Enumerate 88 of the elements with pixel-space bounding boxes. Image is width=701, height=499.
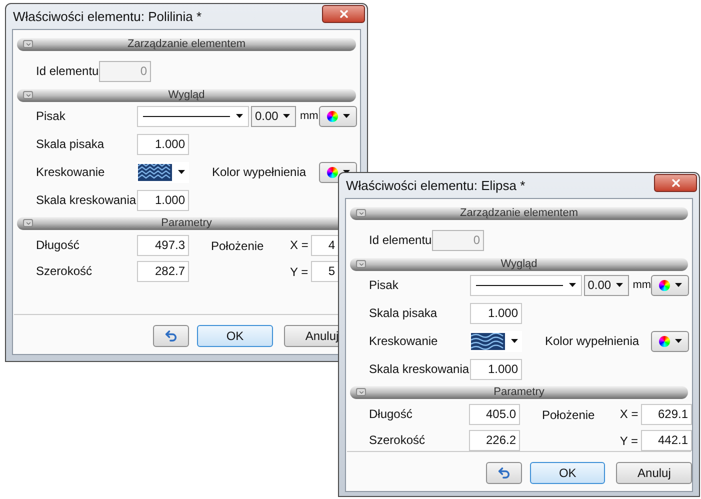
section-header[interactable]: Wygląd <box>350 258 688 271</box>
window-title: Właściwości elementu: Elipsa * <box>345 176 526 195</box>
caret-icon <box>236 114 243 118</box>
input-field[interactable]: 1.000 <box>470 302 522 324</box>
section-title: Wygląd <box>500 259 538 270</box>
unit-label: mm <box>632 278 652 293</box>
caret-icon <box>674 339 682 343</box>
caret-icon <box>674 283 682 287</box>
caret-icon <box>616 283 624 287</box>
field-label: Skala pisaka <box>36 136 106 153</box>
close-icon <box>670 177 682 189</box>
field-label: Kreskowanie <box>36 164 106 181</box>
cancel-button[interactable]: Anuluj <box>616 462 692 484</box>
undo-button[interactable] <box>153 325 189 347</box>
collapse-icon[interactable] <box>356 388 366 396</box>
field-label: Y = <box>290 265 308 279</box>
collapse-icon[interactable] <box>23 40 33 48</box>
pen-width-dropdown[interactable]: 0.00 <box>584 274 629 296</box>
input-field[interactable]: 4 <box>311 234 339 256</box>
caret-icon <box>342 114 350 118</box>
color-picker-button[interactable] <box>651 330 689 352</box>
input-field[interactable]: 405.0 <box>468 404 520 424</box>
field-label: Pisak <box>36 108 66 125</box>
field-label: Położenie <box>211 239 264 253</box>
ok-button[interactable]: OK <box>197 325 273 347</box>
field-label: Szerokość <box>369 432 426 449</box>
undo-button[interactable] <box>486 462 522 484</box>
field-label: Id elementu <box>36 63 99 80</box>
pen-width-dropdown[interactable]: 0.00 <box>251 106 296 126</box>
field-label: Y = <box>620 434 638 448</box>
color-wheel-icon <box>658 280 670 290</box>
line-style-dropdown[interactable] <box>470 274 582 296</box>
field-label: Skala kreskowania <box>369 361 470 378</box>
section-header[interactable]: Zarządzanie elementem <box>350 207 688 220</box>
field-label: Skala pisaka <box>369 305 438 322</box>
line-style-dropdown[interactable] <box>137 106 249 126</box>
collapse-icon[interactable] <box>356 260 366 268</box>
field-label: Szerokość <box>36 263 94 280</box>
unit-label: mm <box>300 108 318 124</box>
color-wheel-icon <box>658 336 670 346</box>
color-picker-button[interactable] <box>319 106 357 126</box>
field-label: Długość <box>36 237 80 254</box>
input-field[interactable]: 1.000 <box>470 358 522 380</box>
field-label: X = <box>620 407 638 421</box>
input-field[interactable]: 282.7 <box>137 260 189 282</box>
input-field[interactable]: 1.000 <box>137 190 189 210</box>
section-title: Parametry <box>494 387 544 398</box>
field-label: X = <box>290 238 308 252</box>
undo-icon <box>164 329 178 343</box>
undo-icon <box>496 466 511 480</box>
caret-icon <box>283 114 290 118</box>
field-label: Kolor wypełnienia <box>545 334 640 348</box>
section-header[interactable]: Wygląd <box>17 89 356 102</box>
close-button[interactable] <box>654 174 697 192</box>
section-title: Parametry <box>161 218 212 229</box>
section-title: Zarządzanie elementem <box>460 208 578 219</box>
input-field[interactable]: 629.1 <box>640 404 692 424</box>
color-wheel-icon <box>326 166 338 178</box>
input-field[interactable]: 497.3 <box>137 234 189 256</box>
field-label: Pisak <box>369 277 400 294</box>
collapse-icon[interactable] <box>23 91 33 99</box>
hatch-dropdown[interactable] <box>137 162 189 182</box>
field-label: Położenie <box>542 408 595 422</box>
section-title: Wygląd <box>168 90 205 101</box>
ok-button[interactable]: OK <box>530 462 606 484</box>
input-field[interactable]: 5 <box>311 260 339 282</box>
caret-icon <box>568 283 576 287</box>
input-field[interactable]: 226.2 <box>468 430 520 450</box>
caret-icon <box>178 170 185 174</box>
window-title: Właściwości elementu: Polilinia * <box>12 8 202 26</box>
input-field[interactable]: 1.000 <box>137 134 189 154</box>
collapse-icon[interactable] <box>356 209 366 217</box>
section-header[interactable]: Parametry <box>350 386 688 399</box>
close-icon <box>338 8 350 20</box>
field-label: Kolor wypełnienia <box>212 165 306 179</box>
hatch-dropdown[interactable] <box>470 330 522 352</box>
field-label: Kreskowanie <box>369 333 439 350</box>
section-title: Zarządzanie elementem <box>127 39 246 50</box>
field-label: Skala kreskowania <box>36 192 137 209</box>
caret-icon <box>511 339 518 343</box>
section-header[interactable]: Zarządzanie elementem <box>17 38 356 51</box>
close-button[interactable] <box>322 5 365 23</box>
field-label: Długość <box>369 406 414 423</box>
color-picker-button[interactable] <box>651 274 689 296</box>
color-wheel-icon <box>326 110 338 122</box>
field-label: Id elementu <box>369 232 432 249</box>
input-field[interactable]: 442.1 <box>640 430 692 450</box>
collapse-icon[interactable] <box>23 219 33 227</box>
